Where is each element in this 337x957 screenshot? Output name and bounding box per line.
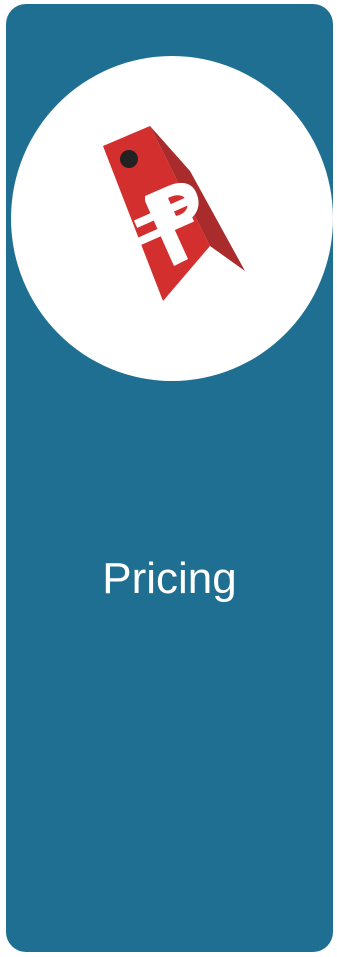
card-title: Pricing xyxy=(102,554,237,603)
icon-badge xyxy=(11,56,333,381)
price-tag-icon xyxy=(102,126,245,301)
pricing-card[interactable]: Pricing xyxy=(6,4,333,952)
